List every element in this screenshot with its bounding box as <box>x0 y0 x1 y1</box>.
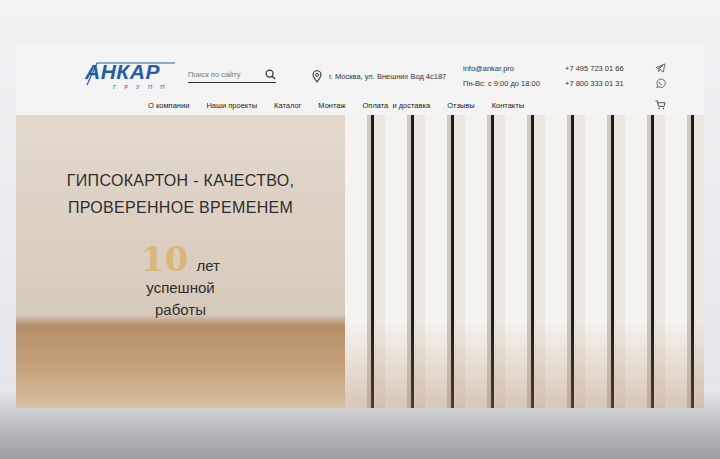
address: г. Москва, ул. Внешних Вод 4с187 <box>312 69 463 84</box>
nav-item[interactable]: Контакты <box>492 101 524 110</box>
hero-title: ГИПСОКАРТОН - КАЧЕСТВО,ПРОВЕРЕННОЕ ВРЕМЕ… <box>67 167 294 221</box>
search-placeholder: Поиск по сайту <box>188 70 241 79</box>
years-badge: 10 лет успешнойработы <box>141 241 220 321</box>
email[interactable]: info@ankar.pro <box>463 61 565 76</box>
header: АНКАР ГРУПП Поиск по сайту г. Москва, ул… <box>16 44 704 115</box>
phone[interactable]: +7 800 333 01 31 <box>565 76 655 91</box>
hero-photo-columns <box>345 115 704 408</box>
nav-item[interactable]: Монтаж <box>318 101 345 110</box>
logo[interactable]: АНКАР ГРУПП <box>85 61 177 91</box>
hero-banner: ГИПСОКАРТОН - КАЧЕСТВО,ПРОВЕРЕННОЕ ВРЕМЕ… <box>16 115 704 408</box>
messengers <box>655 63 666 89</box>
nav-item[interactable]: Отзывы <box>447 101 474 110</box>
years-text: работы <box>155 299 206 321</box>
nav-item[interactable]: О компании <box>148 101 189 110</box>
logo-name: АНКАР <box>85 61 177 83</box>
site-frame: АНКАР ГРУПП Поиск по сайту г. Москва, ул… <box>16 44 704 408</box>
years-text: успешной <box>146 277 214 299</box>
search-field[interactable]: Поиск по сайту <box>188 69 276 83</box>
contact-info: info@ankar.pro Пн-Вс: с 9:00 до 18:00 <box>463 61 565 91</box>
telegram-icon[interactable] <box>655 63 666 73</box>
phone[interactable]: +7 495 723 01 66 <box>565 61 655 76</box>
years-text: лет <box>196 255 219 277</box>
address-text: г. Москва, ул. Внешних Вод 4с187 <box>329 69 446 84</box>
nav-item[interactable]: Каталог <box>274 101 301 110</box>
years-number: 10 <box>141 241 188 277</box>
phones: +7 495 723 01 66+7 800 333 01 31 <box>565 61 655 91</box>
search-icon[interactable] <box>265 69 276 80</box>
location-pin-icon <box>312 70 322 83</box>
cart-icon[interactable] <box>655 100 666 110</box>
nav-item[interactable]: Наши проекты <box>206 101 257 110</box>
work-hours: Пн-Вс: с 9:00 до 18:00 <box>463 76 565 91</box>
hero-text-area: ГИПСОКАРТОН - КАЧЕСТВО,ПРОВЕРЕННОЕ ВРЕМЕ… <box>16 115 345 408</box>
screen: АНКАР ГРУПП Поиск по сайту г. Москва, ул… <box>0 0 720 459</box>
main-nav: О компании Наши проекты Каталог Монтаж Оплат… <box>148 101 655 110</box>
whatsapp-icon[interactable] <box>655 78 666 89</box>
logo-sub: ГРУПП <box>113 83 177 91</box>
nav-item[interactable]: Оплата и доставка <box>362 101 430 110</box>
